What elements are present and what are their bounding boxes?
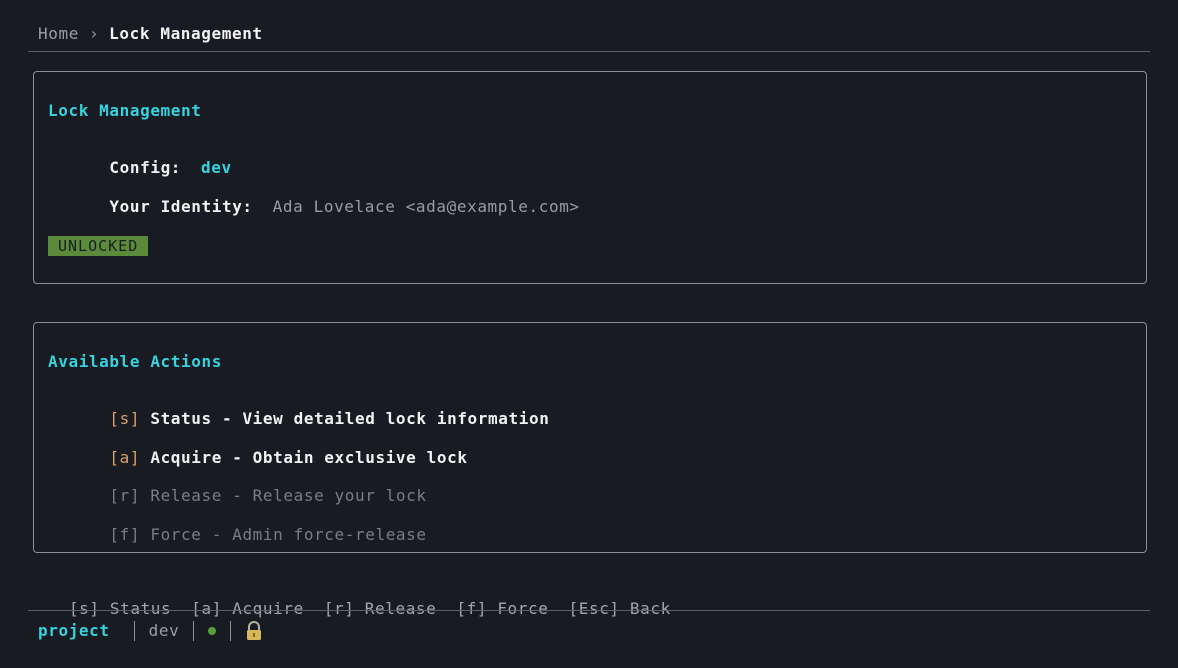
action-key: [r] [109,486,141,505]
breadcrumb-home[interactable]: Home [38,24,79,43]
status-dot-icon [208,626,217,635]
status-config: dev [148,621,180,640]
breadcrumb: Home › Lock Management [28,20,1150,52]
lock-panel-title: Lock Management [48,101,202,120]
lock-icon [245,620,263,641]
status-divider [193,620,195,641]
action-text: Acquire - Obtain exclusive lock [150,448,468,467]
action-key: [s] [109,409,141,428]
status-project: project [38,621,110,640]
action-text: Status - View detailed lock information [150,409,550,428]
action-text: Force - Admin force-release [150,525,427,544]
action-key: [a] [109,448,141,467]
lock-status-badge: UNLOCKED [48,236,149,256]
config-value: dev [201,158,232,177]
config-label: Config: [109,158,182,177]
identity-row: Your Identity: Ada Lovelace <ada@example.… [48,178,580,235]
action-force: [f] Force - Admin force-release [48,506,427,563]
breadcrumb-separator: › [88,24,100,43]
action-key: [f] [109,525,141,544]
identity-label: Your Identity: [109,197,253,216]
breadcrumb-current: Lock Management [109,24,263,43]
lock-management-screen: Home › Lock Management Lock Management C… [0,0,1178,668]
actions-panel: Available Actions [s] Status - View deta… [33,322,1147,553]
action-text: Release - Release your lock [150,486,427,505]
identity-value: Ada Lovelace <ada@example.com> [272,197,580,216]
actions-panel-title: Available Actions [48,352,222,371]
lock-info-panel: Lock Management Config: dev Your Identity… [33,71,1147,284]
status-divider [230,620,232,641]
status-bar: project dev [28,610,1150,650]
